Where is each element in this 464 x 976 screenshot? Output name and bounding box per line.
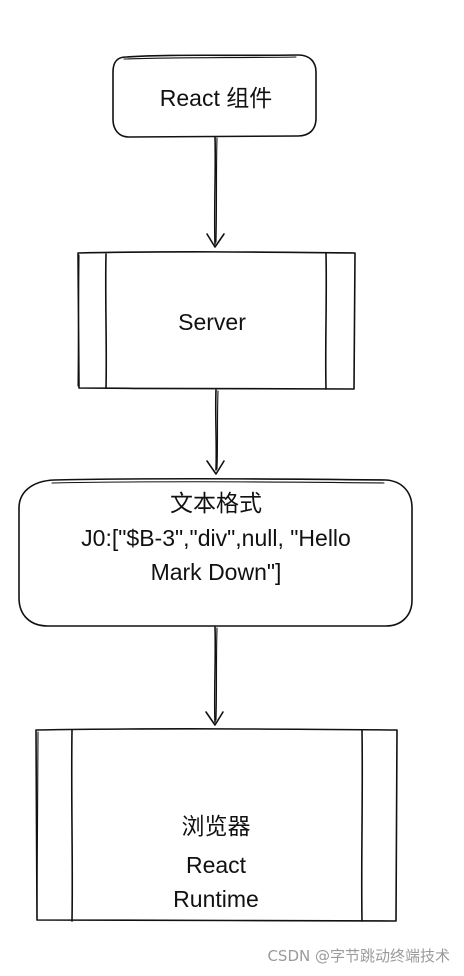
node-browser-line-3: Runtime — [173, 886, 259, 912]
node-browser-line-2: React — [186, 852, 247, 878]
flow-diagram: React 组件 Server 文本格式 J0:["$B-3","div",nu… — [18, 54, 413, 922]
node-browser: 浏览器 React Runtime — [35, 728, 398, 922]
edge-server-to-text-format — [206, 389, 225, 475]
node-text-format: 文本格式 J0:["$B-3","div",null, "Hello Mark … — [18, 478, 413, 627]
node-server-label: Server — [178, 309, 246, 335]
node-react-component-label: React 组件 — [160, 85, 272, 111]
node-text-format-line-1: 文本格式 — [170, 490, 262, 516]
edge-react-to-server — [206, 136, 225, 248]
edge-text-format-to-browser — [205, 626, 224, 726]
node-react-component: React 组件 — [112, 54, 317, 138]
node-server: Server — [77, 251, 356, 390]
watermark: CSDN @字节跳动终端技术 — [267, 947, 450, 965]
node-text-format-line-2: J0:["$B-3","div",null, "Hello — [81, 525, 351, 551]
node-text-format-line-3: Mark Down"] — [151, 559, 282, 585]
node-browser-line-1: 浏览器 — [182, 813, 251, 839]
